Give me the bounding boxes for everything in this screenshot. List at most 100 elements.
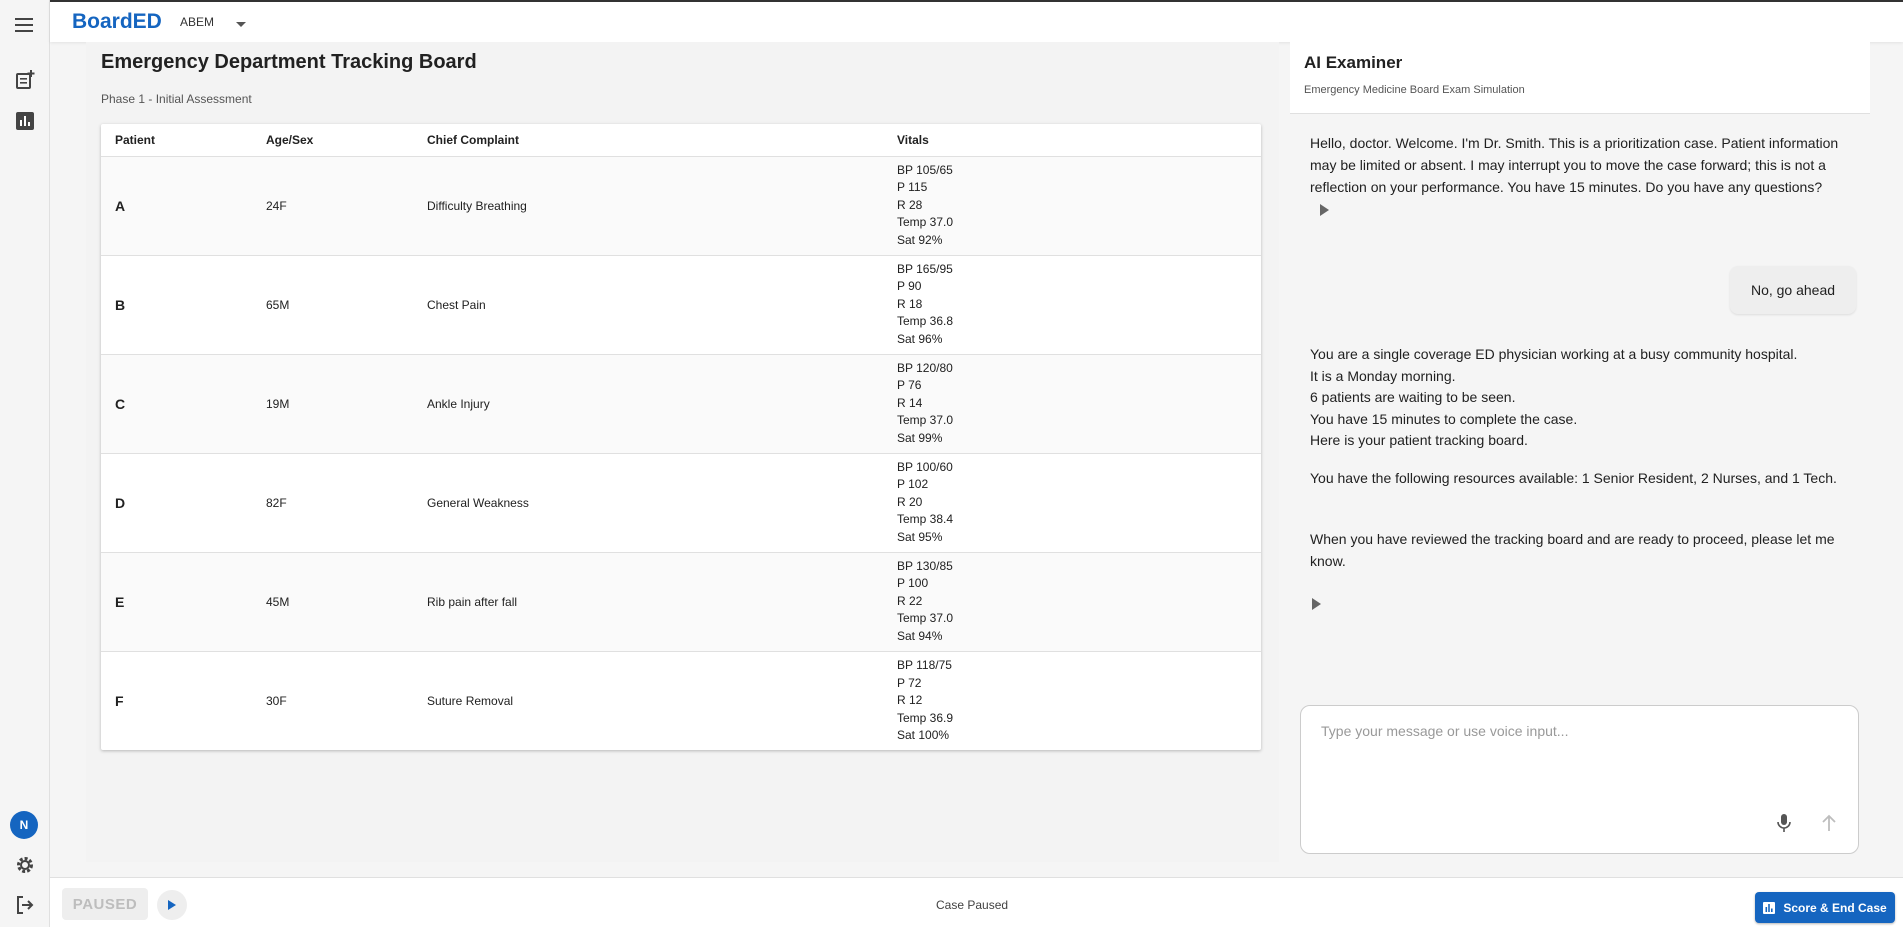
resume-button[interactable] (157, 890, 187, 920)
score-end-case-button[interactable]: Score & End Case (1755, 892, 1895, 923)
patient-vitals: BP 120/80 P 76 R 14 Temp 37.0 Sat 99% (883, 354, 1261, 454)
column-header-vitals: Vitals (883, 124, 1261, 157)
patient-complaint: Ankle Injury (413, 354, 883, 454)
column-header-age-sex: Age/Sex (252, 124, 413, 157)
chevron-down-icon[interactable] (236, 16, 246, 34)
scenario-line: You are a single coverage ED physician w… (1310, 346, 1798, 362)
vital-temp: Temp 36.8 (897, 314, 954, 329)
vital-resp: R 22 (897, 593, 923, 608)
vital-resp: R 18 (897, 296, 923, 311)
vital-resp: R 12 (897, 693, 923, 707)
page-title: Emergency Department Tracking Board (101, 51, 477, 73)
exam-selector[interactable]: ABEM (180, 15, 214, 29)
vital-bp: BP 100/60 (897, 459, 953, 474)
vital-temp: Temp 37.0 (897, 215, 954, 230)
vital-bp: BP 105/65 (897, 162, 953, 177)
case-status: Case Paused (936, 898, 1009, 912)
vital-temp: Temp 37.0 (897, 611, 954, 626)
phase-label: Phase 1 - Initial Assessment (101, 92, 252, 106)
logout-icon[interactable] (13, 893, 37, 917)
vital-sat: Sat 95% (897, 529, 943, 544)
patient-complaint: Suture Removal (427, 693, 514, 708)
patient-complaint: Chest Pain (413, 255, 883, 355)
vital-bp: BP 118/75 (897, 658, 952, 672)
vital-bp: BP 120/80 (897, 360, 953, 375)
patient-complaint: Difficulty Breathing (413, 156, 883, 256)
examiner-title: AI Examiner (1304, 53, 1403, 72)
proceed-message: When you have reviewed the tracking boar… (1310, 531, 1835, 569)
vital-bp: BP 130/85 (897, 558, 953, 573)
play-icon (168, 900, 176, 910)
patient-complaint: Rib pain after fall (413, 552, 883, 652)
vital-sat: Sat 100% (897, 728, 950, 742)
table-row[interactable]: D 82F General Weakness BP 100/60 P 102 R… (101, 453, 1261, 553)
patient-age-sex: 65M (252, 255, 413, 355)
patient-age-sex: 24F (252, 156, 413, 256)
scenario-line: You have 15 minutes to complete the case… (1310, 410, 1578, 427)
vital-resp: R 28 (897, 197, 923, 212)
microphone-icon[interactable] (1777, 814, 1791, 837)
analytics-icon[interactable] (13, 109, 37, 133)
patient-id: D (101, 453, 252, 553)
scenario-line: Here is your patient tracking board. (1310, 432, 1528, 448)
examiner-header: AI Examiner Emergency Medicine Board Exa… (1290, 42, 1870, 114)
patient-id: B (101, 255, 252, 355)
vital-pulse: P 100 (897, 576, 929, 591)
column-header-patient: Patient (101, 124, 252, 157)
patient-complaint: General Weakness (413, 453, 883, 553)
resources-message: You have the following resources availab… (1310, 470, 1837, 486)
play-audio-row (1312, 592, 1842, 614)
avatar[interactable]: N (10, 811, 38, 839)
examiner-message: Hello, doctor. Welcome. I'm Dr. Smith. T… (1310, 132, 1840, 220)
brand-logo[interactable]: BoardED (72, 10, 162, 34)
examiner-message: You are a single coverage ED physician w… (1310, 344, 1840, 452)
vital-pulse: P 76 (897, 378, 922, 393)
patient-age-sex: 45M (252, 552, 413, 652)
vital-resp: R 14 (897, 395, 923, 410)
vital-pulse: P 115 (897, 180, 928, 195)
vital-pulse: P 90 (897, 279, 922, 294)
table-header-row: Patient Age/Sex Chief Complaint Vitals (101, 124, 1261, 157)
scenario-line: It is a Monday morning. (1310, 367, 1456, 384)
patient-vitals: BP 105/65 P 115 R 28 Temp 37.0 Sat 92% (883, 156, 1261, 256)
patient-id: E (101, 552, 252, 652)
table-row[interactable]: C 19M Ankle Injury BP 120/80 P 76 R 14 T… (101, 354, 1261, 454)
patient-id: C (101, 354, 252, 454)
paused-button[interactable]: PAUSED (62, 888, 148, 920)
vital-temp: Temp 37.0 (897, 413, 954, 428)
table-row[interactable]: F 30F Suture Removal BP 118/75 P 72 R 12… (101, 651, 1261, 750)
top-bar: BoardED ABEM (50, 0, 1903, 42)
score-end-case-label: Score & End Case (1783, 900, 1887, 915)
patient-vitals: BP 100/60 P 102 R 20 Temp 38.4 Sat 95% (883, 453, 1261, 553)
patient-vitals: BP 165/95 P 90 R 18 Temp 36.8 Sat 96% (883, 255, 1261, 355)
table-row[interactable]: B 65M Chest Pain BP 165/95 P 90 R 18 Tem… (101, 255, 1261, 355)
user-message: No, go ahead (1730, 266, 1856, 314)
examiner-subtitle: Emergency Medicine Board Exam Simulation (1304, 84, 1525, 96)
chart-icon (1763, 901, 1776, 914)
vital-temp: Temp 38.4 (897, 512, 954, 527)
examiner-panel: AI Examiner Emergency Medicine Board Exa… (1290, 42, 1870, 862)
patient-vitals: BP 130/85 P 100 R 22 Temp 37.0 Sat 94% (883, 552, 1261, 652)
vital-pulse: P 102 (897, 477, 929, 492)
play-audio-icon[interactable] (1312, 598, 1321, 611)
send-arrow-icon[interactable] (1821, 814, 1837, 837)
patient-id: F (115, 692, 124, 709)
tracking-board-panel: Emergency Department Tracking Board Phas… (86, 42, 1279, 862)
vital-sat: Sat 96% (897, 331, 943, 346)
settings-icon[interactable] (13, 853, 37, 877)
patient-age-sex: 19M (252, 354, 413, 454)
vital-sat: Sat 92% (897, 232, 943, 247)
patient-age-sex: 30F (266, 693, 287, 708)
patient-id: A (101, 156, 252, 256)
new-case-icon[interactable] (13, 68, 37, 92)
table-row[interactable]: E 45M Rib pain after fall BP 130/85 P 10… (101, 552, 1261, 652)
message-input[interactable] (1321, 723, 1841, 783)
vital-pulse: P 72 (897, 675, 922, 690)
patient-vitals: BP 118/75 P 72 R 12 Temp 36.9 Sat 100% (883, 651, 1261, 750)
patient-age-sex: 82F (252, 453, 413, 553)
vital-sat: Sat 94% (897, 628, 943, 643)
column-header-complaint: Chief Complaint (413, 124, 883, 157)
menu-icon[interactable] (13, 13, 37, 37)
play-audio-icon[interactable] (1320, 204, 1329, 217)
table-row[interactable]: A 24F Difficulty Breathing BP 105/65 P 1… (101, 156, 1261, 256)
